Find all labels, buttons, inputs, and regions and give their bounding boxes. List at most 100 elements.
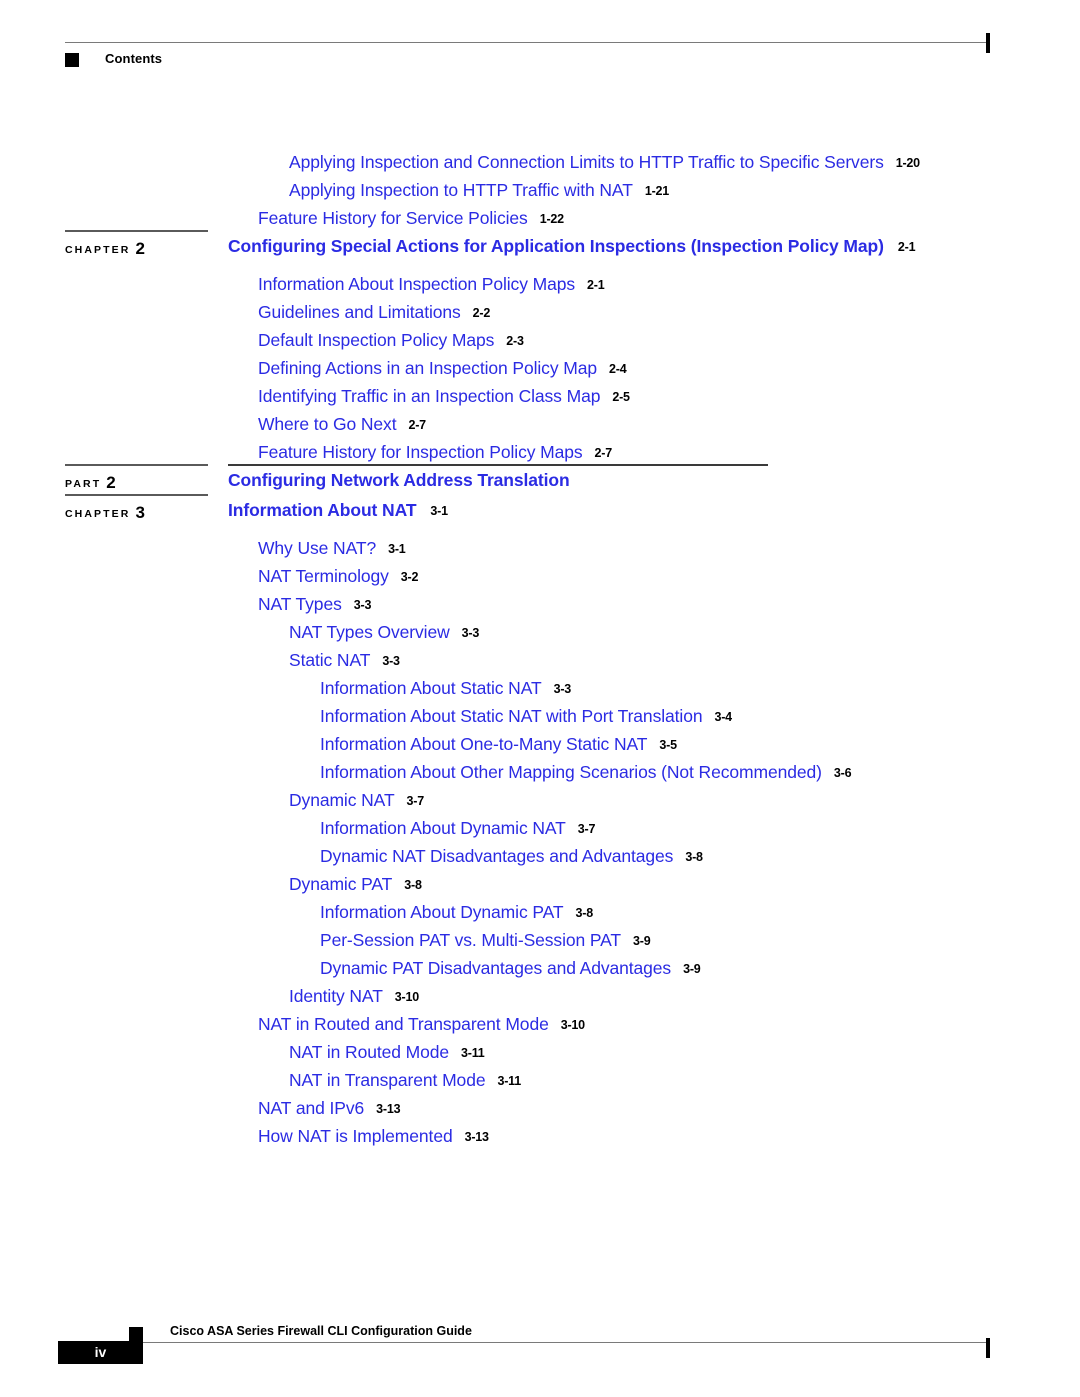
toc-entry-level-1[interactable]: Information About Inspection Policy Maps… xyxy=(258,270,605,300)
toc-entry-level-3[interactable]: Information About Dynamic NAT 3-7 xyxy=(320,814,595,844)
toc-entry-title[interactable]: NAT Types xyxy=(258,594,342,614)
toc-entry-title[interactable]: Where to Go Next xyxy=(258,414,397,434)
toc-entry-level-3[interactable]: Information About Dynamic PAT 3-8 xyxy=(320,898,593,928)
toc-row: Default Inspection Policy Maps 2-3 xyxy=(0,326,1080,354)
toc-entry-level-1[interactable]: Default Inspection Policy Maps 2-3 xyxy=(258,326,524,356)
toc-entry-title[interactable]: Feature History for Inspection Policy Ma… xyxy=(258,442,583,462)
toc-row: Information About Other Mapping Scenario… xyxy=(0,758,1080,786)
toc-entry-title[interactable]: Dynamic NAT Disadvantages and Advantages xyxy=(320,846,673,866)
chapter-heading-row: CHAPTER 3 Information About NAT 3-1 xyxy=(0,494,1080,526)
toc-entry-level-1[interactable]: Why Use NAT? 3-1 xyxy=(258,534,406,564)
toc-entry-title[interactable]: NAT Terminology xyxy=(258,566,389,586)
toc-entry-title[interactable]: Static NAT xyxy=(289,650,370,670)
toc-entry-title[interactable]: Dynamic PAT Disadvantages and Advantages xyxy=(320,958,671,978)
toc-entry-level-1[interactable]: How NAT is Implemented 3-13 xyxy=(258,1122,489,1152)
toc-entry-level-1[interactable]: Feature History for Service Policies 1-22 xyxy=(258,204,564,234)
toc-entry-level-1[interactable]: Guidelines and Limitations 2-2 xyxy=(258,298,490,328)
toc-entry-page-number: 2-1 xyxy=(587,278,605,292)
toc-entry-level-2[interactable]: NAT in Routed Mode 3-11 xyxy=(289,1038,485,1068)
header-rule xyxy=(65,42,988,43)
toc-entry-title[interactable]: NAT and IPv6 xyxy=(258,1098,364,1118)
part-title[interactable]: Configuring Network Address Translation xyxy=(228,470,570,490)
toc-entry-title[interactable]: Guidelines and Limitations xyxy=(258,302,461,322)
toc-entry-title[interactable]: Dynamic NAT xyxy=(289,790,395,810)
toc-entry-level-2[interactable]: Dynamic PAT 3-8 xyxy=(289,870,422,900)
toc-entry-title[interactable]: Information About Other Mapping Scenario… xyxy=(320,762,822,782)
toc-entry-title[interactable]: NAT in Transparent Mode xyxy=(289,1070,486,1090)
toc-entry-level-2[interactable]: NAT in Transparent Mode 3-11 xyxy=(289,1066,521,1096)
chapter-title[interactable]: Information About NAT xyxy=(228,500,417,520)
toc-entry-level-3[interactable]: Information About Static NAT 3-3 xyxy=(320,674,571,704)
toc-entry-level-1[interactable]: Identifying Traffic in an Inspection Cla… xyxy=(258,382,630,412)
toc-entry-level-1[interactable]: NAT and IPv6 3-13 xyxy=(258,1094,401,1124)
part-label: PART 2 xyxy=(65,472,215,492)
toc-entry-level-1[interactable]: Defining Actions in an Inspection Policy… xyxy=(258,354,627,384)
toc-entry-title[interactable]: NAT Types Overview xyxy=(289,622,450,642)
chapter-title[interactable]: Configuring Special Actions for Applicat… xyxy=(228,236,884,256)
toc-entry-level-1[interactable]: NAT Terminology 3-2 xyxy=(258,562,418,592)
heading-rule-left xyxy=(65,494,208,496)
toc-entry-title[interactable]: Dynamic PAT xyxy=(289,874,392,894)
page-header: Contents xyxy=(65,33,990,76)
toc-entry-page-number: 3-2 xyxy=(400,570,419,584)
toc-entry-level-2[interactable]: Dynamic NAT 3-7 xyxy=(289,786,424,816)
toc-entry-title[interactable]: Identifying Traffic in an Inspection Cla… xyxy=(258,386,600,406)
toc-entry-page-number: 3-13 xyxy=(464,1130,489,1144)
part-label-word: PART xyxy=(65,478,102,490)
toc-entry-title[interactable]: Identity NAT xyxy=(289,986,383,1006)
toc-entry-title[interactable]: Per-Session PAT vs. Multi-Session PAT xyxy=(320,930,621,950)
toc-row: NAT in Transparent Mode 3-11 xyxy=(0,1066,1080,1094)
toc-entry-level-2[interactable]: Identity NAT 3-10 xyxy=(289,982,419,1012)
toc-entry-page-number: 2-7 xyxy=(594,446,613,460)
toc-entry-title[interactable]: NAT in Routed Mode xyxy=(289,1042,449,1062)
toc-row: Where to Go Next 2-7 xyxy=(0,410,1080,438)
toc-entry-page-number: 3-11 xyxy=(497,1074,521,1088)
toc-entry-title[interactable]: Information About Static NAT with Port T… xyxy=(320,706,703,726)
toc-entry-level-3[interactable]: Information About Other Mapping Scenario… xyxy=(320,758,852,788)
toc-entry-level-3[interactable]: Per-Session PAT vs. Multi-Session PAT 3-9 xyxy=(320,926,651,956)
toc-entry-title[interactable]: Feature History for Service Policies xyxy=(258,208,528,228)
toc-entry-title[interactable]: Default Inspection Policy Maps xyxy=(258,330,494,350)
toc-entry-page-number: 2-5 xyxy=(612,390,630,404)
toc-entry-title[interactable]: Information About Dynamic NAT xyxy=(320,818,566,838)
toc-entry-title[interactable]: Applying Inspection to HTTP Traffic with… xyxy=(289,180,633,200)
toc-entry-page-number: 3-13 xyxy=(376,1102,401,1116)
toc-entry-title[interactable]: NAT in Routed and Transparent Mode xyxy=(258,1014,549,1034)
toc-row: Identity NAT 3-10 xyxy=(0,982,1080,1010)
toc-entry-title[interactable]: Applying Inspection and Connection Limit… xyxy=(289,152,884,172)
toc-entry-level-3[interactable]: Dynamic PAT Disadvantages and Advantages… xyxy=(320,954,701,984)
toc-entry-title[interactable]: Information About One-to-Many Static NAT xyxy=(320,734,647,754)
toc-row: Dynamic PAT Disadvantages and Advantages… xyxy=(0,954,1080,982)
toc-entry-page-number: 3-1 xyxy=(388,542,406,556)
toc-entry-level-3[interactable]: Information About One-to-Many Static NAT… xyxy=(320,730,677,760)
toc-entry-title[interactable]: How NAT is Implemented xyxy=(258,1126,453,1146)
table-of-contents: Applying Inspection and Connection Limit… xyxy=(0,148,1080,1150)
toc-entry-level-2[interactable]: Static NAT 3-3 xyxy=(289,646,400,676)
toc-entry-page-number: 3-3 xyxy=(461,626,480,640)
toc-entry-page-number: 1-20 xyxy=(895,156,920,170)
toc-entry-page-number: 3-9 xyxy=(633,934,651,948)
part-title-group[interactable]: Configuring Network Address Translation xyxy=(228,470,570,491)
toc-entry-title[interactable]: Information About Inspection Policy Maps xyxy=(258,274,575,294)
toc-entry-level-1[interactable]: NAT in Routed and Transparent Mode 3-10 xyxy=(258,1010,585,1040)
toc-entry-title[interactable]: Information About Static NAT xyxy=(320,678,542,698)
toc-row: NAT in Routed and Transparent Mode 3-10 xyxy=(0,1010,1080,1038)
toc-entry-page-number: 3-4 xyxy=(714,710,732,724)
toc-row: Defining Actions in an Inspection Policy… xyxy=(0,354,1080,382)
chapter-title-group[interactable]: Information About NAT 3-1 xyxy=(228,500,448,521)
toc-entry-level-3[interactable]: Dynamic NAT Disadvantages and Advantages… xyxy=(320,842,703,872)
toc-entry-page-number: 2-2 xyxy=(472,306,491,320)
toc-entry-level-1[interactable]: NAT Types 3-3 xyxy=(258,590,371,620)
toc-entry-level-1[interactable]: Where to Go Next 2-7 xyxy=(258,410,426,440)
toc-entry-level-2[interactable]: Applying Inspection and Connection Limit… xyxy=(289,148,920,178)
toc-row: NAT Types 3-3 xyxy=(0,590,1080,618)
toc-entry-level-2[interactable]: Applying Inspection to HTTP Traffic with… xyxy=(289,176,669,206)
toc-entry-level-2[interactable]: NAT Types Overview 3-3 xyxy=(289,618,479,648)
footer-edge-tick-icon xyxy=(986,1338,990,1358)
toc-entry-page-number: 3-7 xyxy=(577,822,596,836)
toc-entry-title[interactable]: Defining Actions in an Inspection Policy… xyxy=(258,358,597,378)
toc-entry-title[interactable]: Information About Dynamic PAT xyxy=(320,902,564,922)
chapter-title-group[interactable]: Configuring Special Actions for Applicat… xyxy=(228,236,916,257)
toc-entry-level-3[interactable]: Information About Static NAT with Port T… xyxy=(320,702,732,732)
toc-entry-title[interactable]: Why Use NAT? xyxy=(258,538,376,558)
